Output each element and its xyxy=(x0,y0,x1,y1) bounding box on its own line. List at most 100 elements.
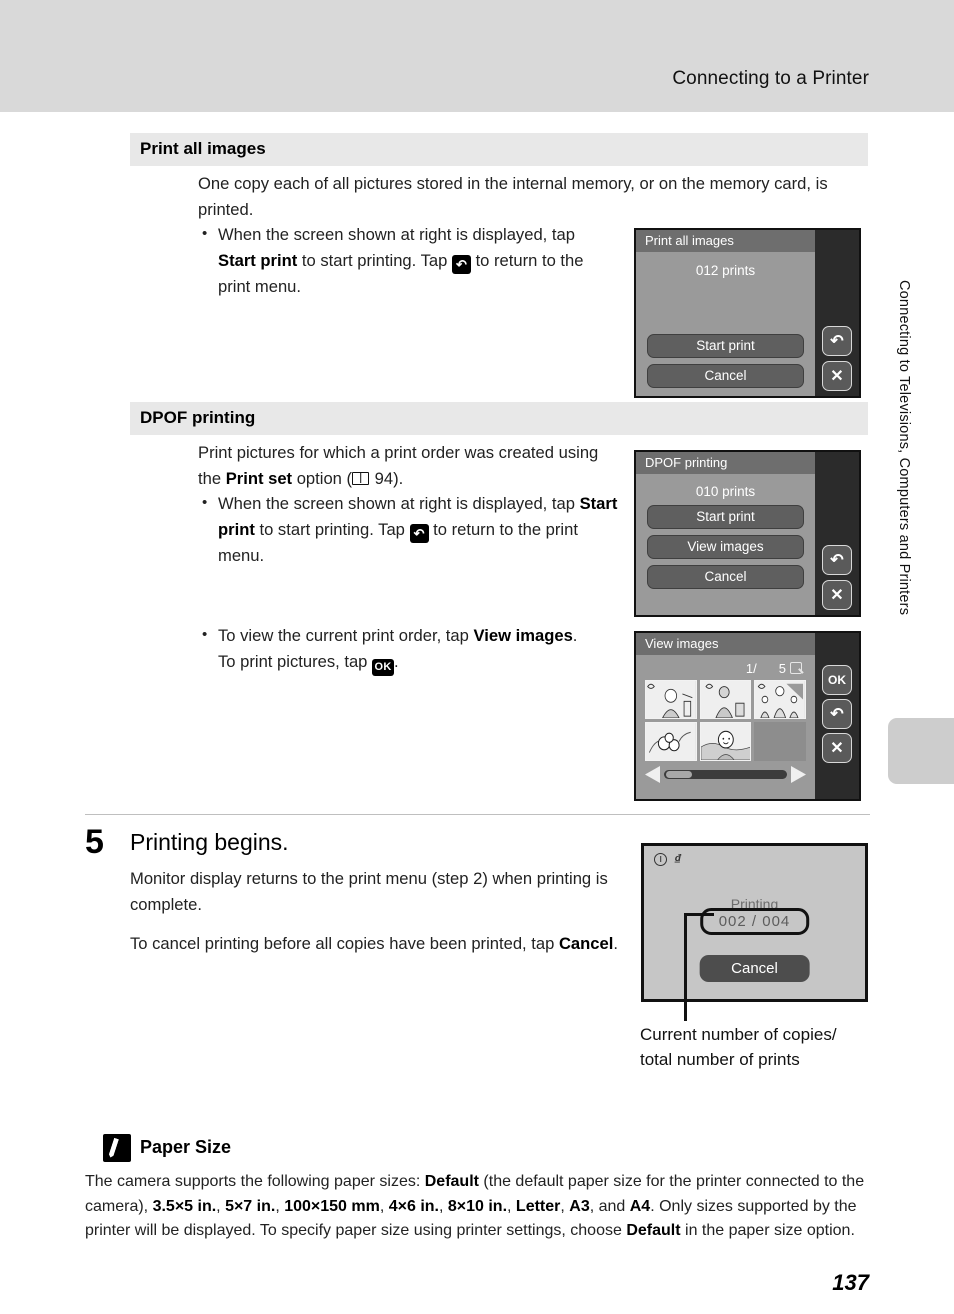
close-icon[interactable]: ✕ xyxy=(822,732,852,763)
ok-icon[interactable]: OK xyxy=(822,664,852,695)
list-item: When the screen shown at right is displa… xyxy=(198,221,598,299)
close-icon[interactable]: ✕ xyxy=(822,361,852,391)
dpof-intro-bold-print-set: Print set xyxy=(225,468,293,488)
step5-para2-text: To cancel printing before all copies hav… xyxy=(130,934,559,953)
screen-side-rail: ↶ ✕ xyxy=(815,230,859,396)
thumbnail-page-indicator: 1/ 5 xyxy=(645,659,806,678)
thumbnail-item[interactable] xyxy=(645,680,697,719)
note-bold-size-4x6: 4×6 in. xyxy=(388,1197,439,1215)
dpof-intro-b: option ( xyxy=(292,468,353,488)
note-text-9: , and xyxy=(589,1197,630,1215)
ok-icon: OK xyxy=(372,658,395,676)
camera-screen-printing: ₫ Printing 002 / 004 Cancel xyxy=(641,843,868,1002)
dpof-bullet-a-mid: to start printing. Tap xyxy=(254,519,410,539)
screen-body: 012 prints Start print Cancel xyxy=(636,252,815,396)
caption-line-2: total number of prints xyxy=(640,1050,800,1069)
start-print-button[interactable]: Start print xyxy=(647,334,804,358)
note-text-6: , xyxy=(438,1197,448,1215)
dpof-printing-body: Print pictures for which a print order w… xyxy=(198,440,618,568)
step5-bold-cancel: Cancel xyxy=(558,934,614,953)
step5-paragraph-1: Monitor display returns to the print men… xyxy=(130,869,608,914)
camera-screen-dpof-printing: DPOF printing 010 prints Start print Vie… xyxy=(634,450,861,617)
thumbnail-placeholder xyxy=(754,722,806,761)
return-icon: ↶ xyxy=(409,523,429,543)
screen-title: View images xyxy=(636,633,815,655)
note-text-4: , xyxy=(275,1197,285,1215)
page-running-header: Connecting to a Printer xyxy=(0,0,954,112)
screen-title: DPOF printing xyxy=(636,452,815,474)
note-bold-size-5x7: 5×7 in. xyxy=(225,1197,276,1215)
note-bold-size-letter: Letter xyxy=(515,1197,561,1215)
info-icon xyxy=(654,853,667,866)
step-title: Printing begins. xyxy=(130,829,289,855)
print-progress-counter: 002 / 004 xyxy=(699,908,810,935)
screen-body: 010 prints Start print View images Cance… xyxy=(636,474,815,615)
note-bold-size-8x10: 8×10 in. xyxy=(447,1197,508,1215)
note-text-11: in the paper size option. xyxy=(680,1222,855,1239)
dpof-intro-paragraph: Print pictures for which a print order w… xyxy=(198,440,618,491)
view-images-button[interactable]: View images xyxy=(647,535,804,559)
cancel-button[interactable]: Cancel xyxy=(647,565,804,589)
dpof-intro-page-ref: 94). xyxy=(370,468,404,488)
screen-area: View images 1/ 5 xyxy=(636,633,815,799)
dpof-bullet-bold-view-images: View images xyxy=(473,626,573,645)
callout-leader-vertical xyxy=(684,913,687,1021)
dpof-bullet-list: When the screen shown at right is displa… xyxy=(198,490,618,568)
print-count-label: 012 prints xyxy=(695,263,756,278)
bullet-bold-start-print: Start print xyxy=(218,250,298,270)
cancel-button[interactable]: Cancel xyxy=(647,364,804,388)
page-title: Connecting to a Printer xyxy=(672,68,869,89)
return-icon[interactable]: ↶ xyxy=(822,326,852,356)
return-icon: ↶ xyxy=(451,254,471,274)
return-icon[interactable]: ↶ xyxy=(822,698,852,729)
section-heading-print-all-images: Print all images xyxy=(130,133,868,166)
return-icon[interactable]: ↶ xyxy=(822,545,852,575)
pencil-note-icon xyxy=(103,1134,131,1162)
dpof-bullet-b-end: . xyxy=(394,651,399,671)
thumbnail-item[interactable] xyxy=(754,680,806,719)
list-item: When the screen shown at right is displa… xyxy=(198,490,618,568)
total-pages: 5 xyxy=(778,661,786,676)
magnify-icon[interactable] xyxy=(790,661,804,676)
caption-line-1: Current number of copies/ xyxy=(640,1025,837,1044)
close-icon[interactable]: ✕ xyxy=(822,580,852,610)
screen-title: Print all images xyxy=(636,230,815,252)
note-bold-size-35x5: 3.5×5 in. xyxy=(152,1197,217,1215)
thumbnail-grid xyxy=(645,680,806,761)
scroll-left-icon[interactable] xyxy=(645,766,660,783)
start-print-button[interactable]: Start print xyxy=(647,505,804,529)
thumbnail-item[interactable] xyxy=(699,680,752,719)
cancel-button[interactable]: Cancel xyxy=(699,955,810,982)
note-text-7: , xyxy=(507,1197,516,1215)
thumbnail-item[interactable] xyxy=(699,722,752,761)
note-text-3: , xyxy=(216,1197,226,1215)
scrollbar-track[interactable] xyxy=(664,770,787,779)
note-bold-default: Default xyxy=(424,1173,479,1190)
step5-paragraph-2: To cancel printing before all copies hav… xyxy=(130,931,625,957)
chapter-side-tab-label: Connecting to Televisions, Computers and… xyxy=(896,280,912,616)
screen-side-rail: OK ↶ ✕ xyxy=(815,633,859,799)
dpof-view-images-body: To view the current print order, tap Vie… xyxy=(198,622,598,676)
bullet-text-a: When the screen shown at right is displa… xyxy=(218,225,575,244)
section-heading-dpof-printing: DPOF printing xyxy=(130,402,868,435)
shake-icon: ₫ xyxy=(674,851,682,867)
camera-screen-view-images: View images 1/ 5 OK ↶ ✕ xyxy=(634,631,861,801)
note-text-5: , xyxy=(379,1197,389,1215)
screen-area: DPOF printing 010 prints Start print Vie… xyxy=(636,452,815,615)
callout-caption: Current number of copies/ total number o… xyxy=(640,1022,940,1072)
note-bold-size-a4: A4 xyxy=(629,1197,651,1215)
dpof-bullet-b-text: To view the current print order, tap xyxy=(218,626,474,645)
screen-body: 1/ 5 xyxy=(636,655,815,799)
callout-leader-horizontal xyxy=(684,913,714,916)
scrollbar-thumb[interactable] xyxy=(666,771,692,778)
page-number: 137 xyxy=(832,1270,869,1295)
thumbnail-item[interactable] xyxy=(645,722,697,761)
screen-area: Print all images 012 prints Start print … xyxy=(636,230,815,396)
dpof-bullet-a-text: When the screen shown at right is displa… xyxy=(218,494,580,513)
step5-para2-end: . xyxy=(613,934,618,953)
current-page: 1/ xyxy=(745,661,757,676)
scroll-right-icon[interactable] xyxy=(791,766,806,783)
bullet-text-mid: to start printing. Tap xyxy=(297,250,452,270)
list-item: To view the current print order, tap Vie… xyxy=(198,622,598,676)
step5-body: Monitor display returns to the print men… xyxy=(130,866,625,957)
